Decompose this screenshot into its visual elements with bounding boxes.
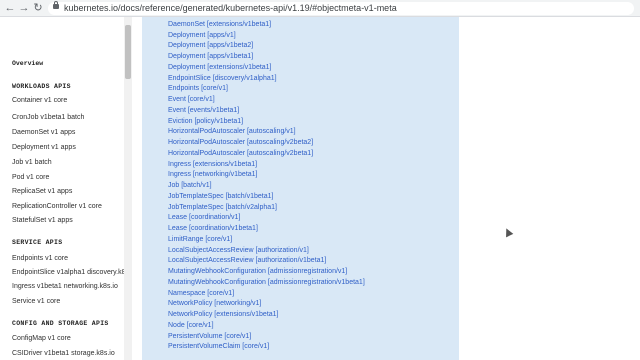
resource-link[interactable]: NetworkPolicy [extensions/v1beta1] [168,311,279,318]
resource-link[interactable]: NetworkPolicy [networking/v1] [168,300,261,307]
resource-link[interactable]: Endpoints [core/v1] [168,85,228,92]
sidebar-scrollbar-thumb[interactable] [125,25,131,79]
sidebar-section-heading: SERVICE APIS [12,239,63,246]
sidebar-item[interactable]: ReplicationController v1 core [12,203,102,210]
resource-link[interactable]: LocalSubjectAccessReview [authorization/… [168,247,309,254]
resource-reference-list: DaemonSet [apps/v1beta2]DaemonSet [exten… [142,17,459,360]
back-icon[interactable]: ← [4,2,16,14]
resource-link[interactable]: Ingress [networking/v1beta1] [168,171,258,178]
sidebar-item[interactable]: CSIDriver v1beta1 storage.k8s.io [12,350,115,357]
resource-link[interactable]: EndpointSlice [discovery/v1alpha1] [168,75,277,82]
resource-link[interactable]: Deployment [extensions/v1beta1] [168,64,272,71]
sidebar-nav: Overview WORKLOADS APIS Container v1 core… [0,17,132,360]
sidebar-item[interactable]: Deployment v1 apps [12,144,76,151]
resource-link[interactable]: Lease [coordination/v1beta1] [168,225,258,232]
sidebar-item[interactable]: Ingress v1beta1 networking.k8s.io [12,283,118,290]
lock-icon [53,1,59,9]
sidebar-item[interactable]: Container v1 core [12,97,67,104]
sidebar-item[interactable]: ConfigMap v1 core [12,335,71,342]
resource-link[interactable]: DaemonSet [extensions/v1beta1] [168,21,271,28]
sidebar-item-overview[interactable]: Overview [12,60,43,67]
resource-link[interactable]: HorizontalPodAutoscaler [autoscaling/v2b… [168,139,313,146]
resource-link[interactable]: PersistentVolume [core/v1] [168,333,251,340]
resource-link[interactable]: Eviction [policy/v1beta1] [168,118,243,125]
resource-link[interactable]: Deployment [apps/v1beta2] [168,42,253,49]
sidebar-section-heading: WORKLOADS APIS [12,83,71,90]
sidebar-section-heading: CONFIG AND STORAGE APIS [12,320,109,327]
browser-toolbar: ← → ↻ kubernetes.io/docs/reference/gener… [0,0,640,17]
sidebar-item[interactable]: StatefulSet v1 apps [12,217,73,224]
sidebar-item[interactable]: ReplicaSet v1 apps [12,188,72,195]
resource-link[interactable]: LimitRange [core/v1] [168,236,232,243]
resource-link[interactable]: Event [events/v1beta1] [168,107,239,114]
resource-link[interactable]: HorizontalPodAutoscaler [autoscaling/v2b… [168,150,313,157]
forward-icon[interactable]: → [18,2,30,14]
resource-link[interactable]: Namespace [core/v1] [168,290,234,297]
sidebar-item[interactable]: Pod v1 core [12,174,49,181]
resource-link[interactable]: PersistentVolumeClaim [core/v1] [168,343,269,350]
resource-link[interactable]: JobTemplateSpec [batch/v1beta1] [168,193,273,200]
resource-link[interactable]: Deployment [apps/v1] [168,32,236,39]
reload-icon[interactable]: ↻ [32,2,44,14]
sidebar-item[interactable]: DaemonSet v1 apps [12,129,75,136]
resource-link[interactable]: MutatingWebhookConfiguration [admissionr… [168,279,365,286]
main-content: DaemonSet [apps/v1beta2]DaemonSet [exten… [137,17,640,360]
sidebar-item[interactable]: Job v1 batch [12,159,52,166]
resource-link[interactable]: Ingress [extensions/v1beta1] [168,161,257,168]
resource-link[interactable]: MutatingWebhookConfiguration [admissionr… [168,268,347,275]
sidebar-item[interactable]: CronJob v1beta1 batch [12,114,84,121]
sidebar-item[interactable]: Endpoints v1 core [12,255,68,262]
resource-link[interactable]: HorizontalPodAutoscaler [autoscaling/v1] [168,128,296,135]
address-bar[interactable]: kubernetes.io/docs/reference/generated/k… [48,1,634,15]
resource-link[interactable]: JobTemplateSpec [batch/v2alpha1] [168,204,277,211]
sidebar-scrollbar[interactable] [124,17,132,360]
resource-link[interactable]: Event [core/v1] [168,96,215,103]
resource-link[interactable]: Job [batch/v1] [168,182,212,189]
sidebar-item[interactable]: EndpointSlice v1alpha1 discovery.k8 [12,269,126,276]
resource-link[interactable]: Deployment [apps/v1beta1] [168,53,253,60]
sidebar-item[interactable]: Service v1 core [12,298,60,305]
url-text[interactable]: kubernetes.io/docs/reference/generated/k… [64,2,397,15]
resource-link[interactable]: Node [core/v1] [168,322,214,329]
resource-link[interactable]: Lease [coordination/v1] [168,214,240,221]
resource-link[interactable]: LocalSubjectAccessReview [authorization/… [168,257,326,264]
